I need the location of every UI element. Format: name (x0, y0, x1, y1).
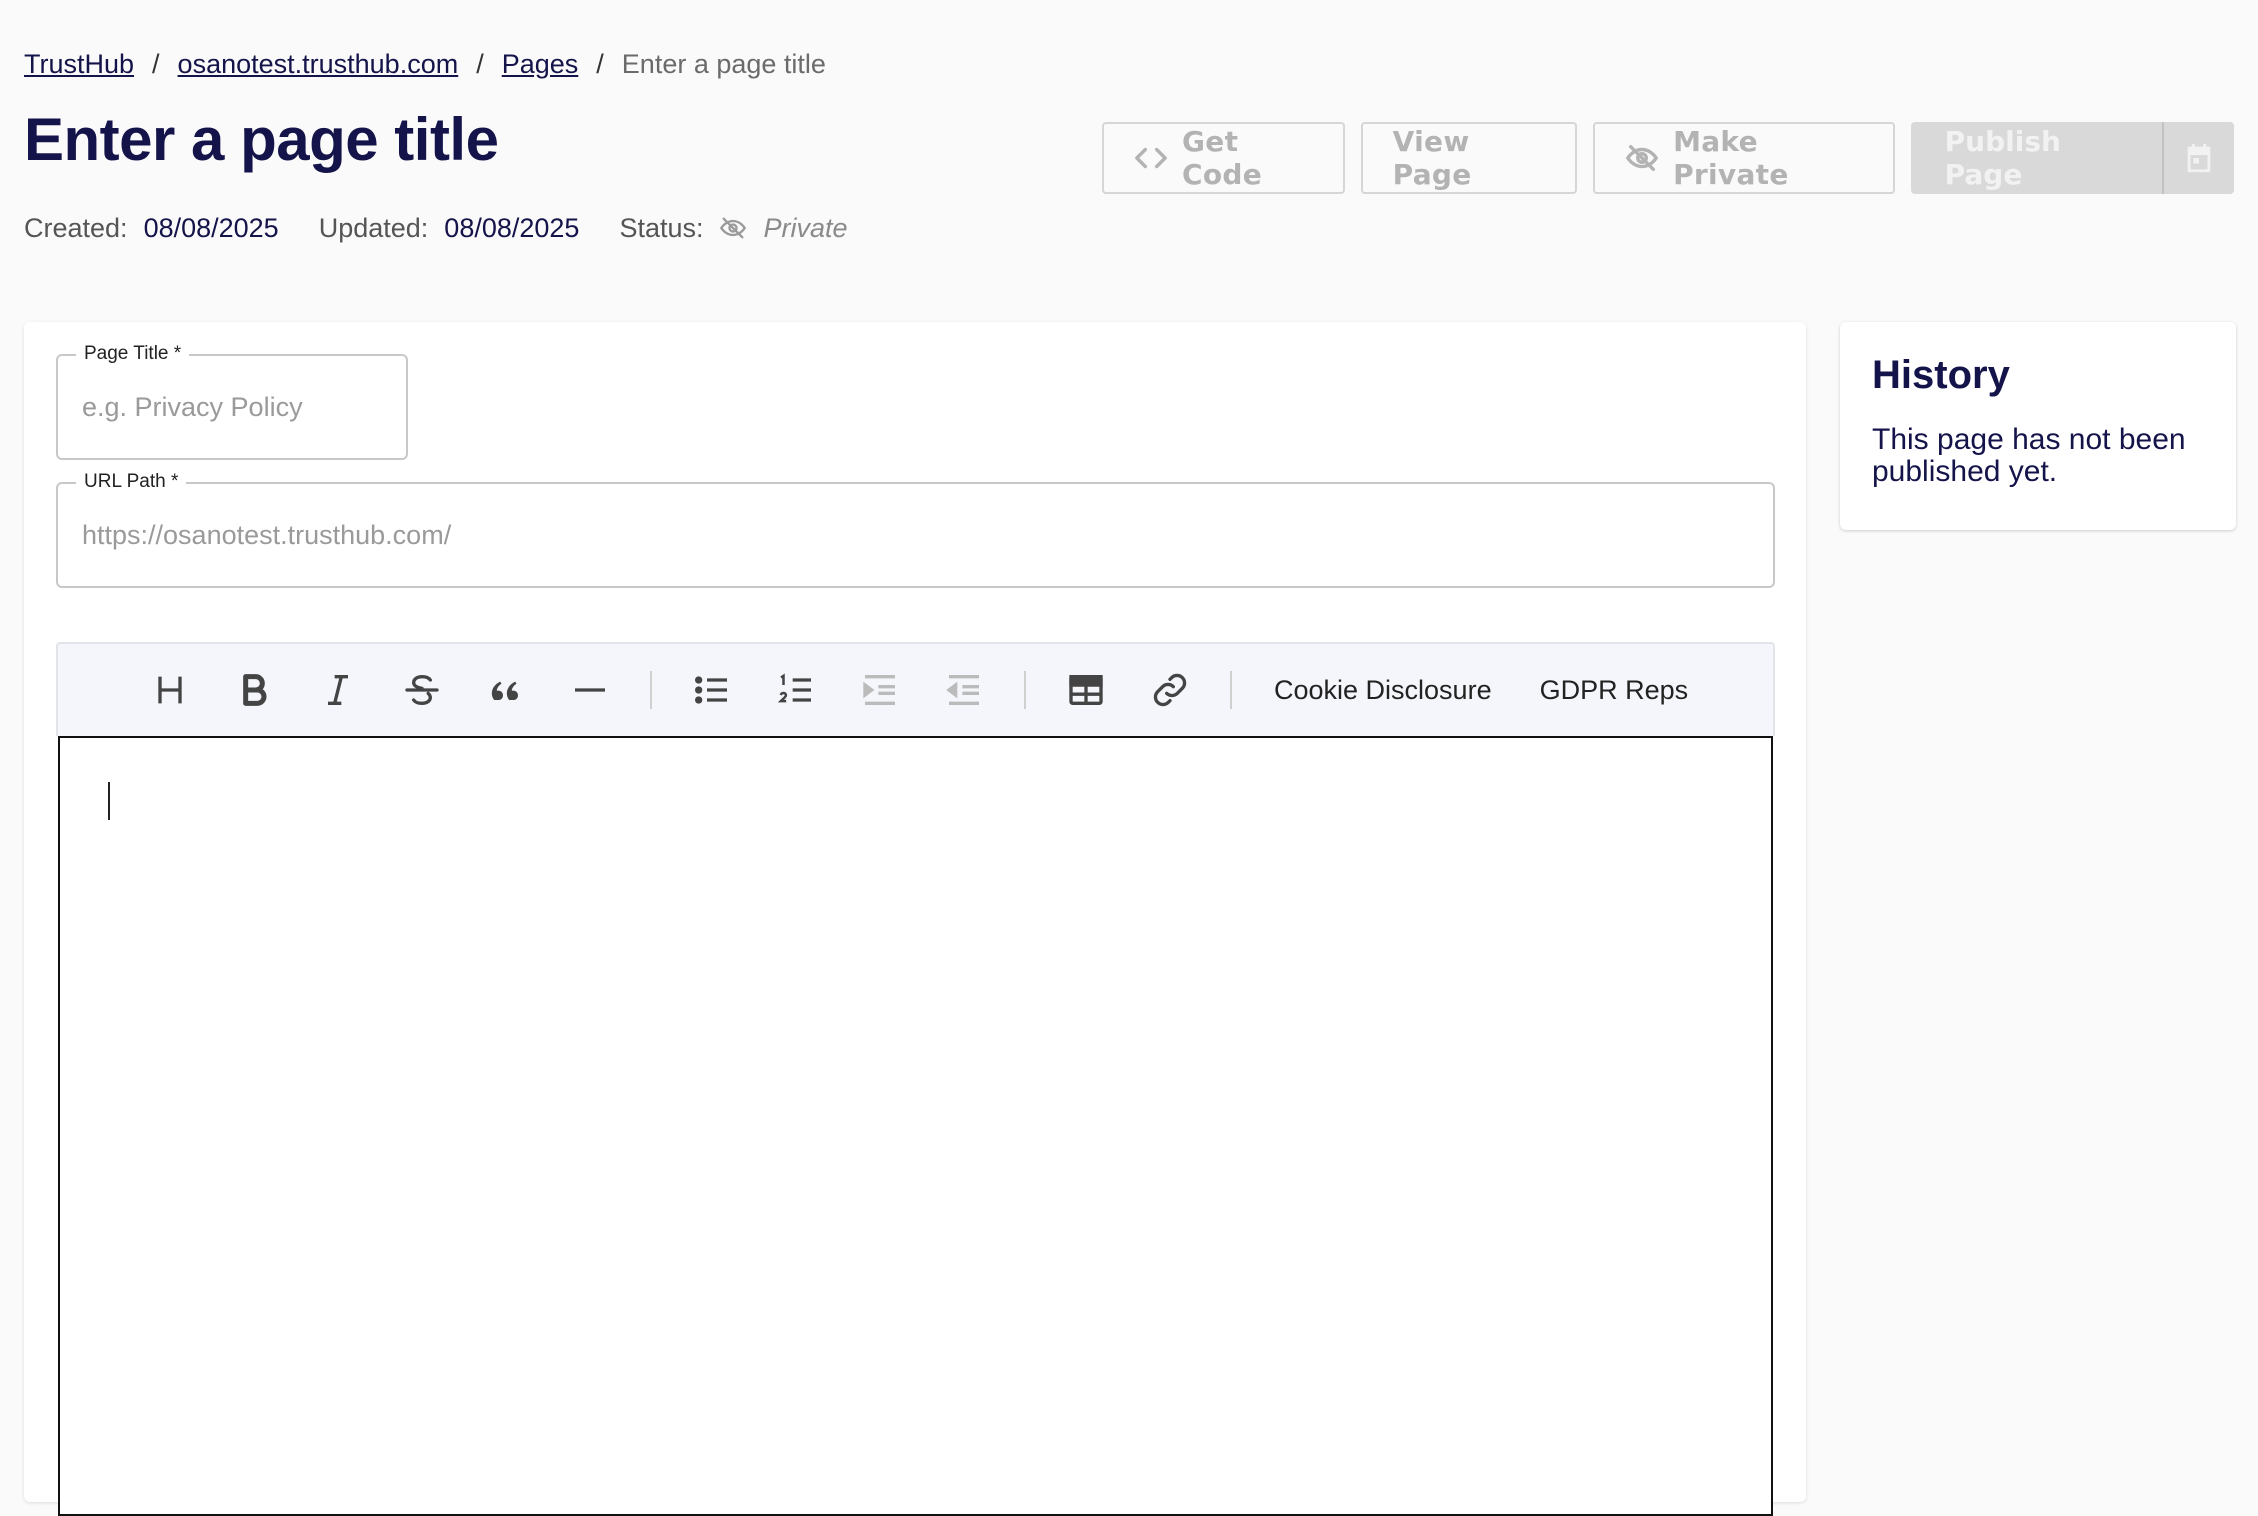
ordered-list-button[interactable] (754, 660, 838, 720)
eye-off-icon (1625, 141, 1659, 175)
url-path-input[interactable] (82, 484, 1749, 586)
make-private-label: Make Private (1673, 125, 1789, 191)
history-panel: History This page has not been published… (1840, 322, 2236, 530)
horizontal-rule-icon (575, 688, 605, 692)
created-label: Created: (24, 213, 128, 243)
page-editor-card: Page Title * URL Path * (24, 322, 1806, 1516)
history-title: History (1872, 353, 2010, 397)
breadcrumb-link-trusthub[interactable]: TrustHub (24, 46, 134, 82)
bold-icon (243, 674, 267, 706)
indent-icon (863, 675, 895, 705)
breadcrumb-link-domain[interactable]: osanotest.trusthub.com (178, 46, 459, 82)
page: TrustHub / osanotest.trusthub.com / Page… (24, 0, 2236, 1516)
status-badge: Private (763, 213, 848, 243)
updated-label: Updated: (318, 213, 429, 243)
heading-icon (158, 676, 182, 704)
view-page-label: View Page (1392, 125, 1472, 191)
link-button[interactable] (1128, 660, 1212, 720)
calendar-icon (2182, 141, 2216, 175)
eye-off-icon (719, 214, 747, 242)
page-title: Enter a page title (24, 106, 499, 173)
toolbar-divider (1230, 671, 1232, 709)
publish-page-button[interactable]: Publish Page (1910, 122, 2162, 194)
toolbar-divider (1024, 671, 1026, 709)
page-meta: Created: 08/08/2025 Updated: 08/08/2025 … (24, 210, 848, 246)
strikethrough-button[interactable] (380, 660, 464, 720)
status-label: Status: (619, 213, 704, 243)
strikethrough-icon (405, 674, 439, 706)
page-title-field: Page Title * (56, 342, 408, 460)
breadcrumb-current: Enter a page title (621, 49, 826, 79)
text-caret (108, 782, 110, 820)
make-private-button[interactable]: Make Private (1593, 122, 1895, 194)
italic-icon (328, 675, 348, 705)
table-icon (1069, 675, 1103, 705)
breadcrumb-separator: / (152, 49, 160, 79)
get-code-button[interactable]: Get Code (1102, 122, 1345, 194)
bullet-list-icon (694, 676, 727, 704)
history-message: This page has not been published yet. (1872, 423, 2186, 488)
bold-button[interactable] (212, 660, 296, 720)
gdpr-reps-button[interactable]: GDPR Reps (1516, 660, 1713, 720)
view-page-button[interactable]: View Page (1360, 122, 1578, 194)
schedule-publish-button[interactable] (2161, 122, 2235, 194)
content-editor[interactable] (58, 736, 1773, 1516)
created-value: 08/08/2025 (143, 213, 279, 243)
heading-button[interactable] (128, 660, 212, 720)
quote-button[interactable] (464, 660, 548, 720)
breadcrumb: TrustHub / osanotest.trusthub.com / Page… (24, 46, 826, 82)
breadcrumb-separator: / (596, 49, 604, 79)
breadcrumb-link-pages[interactable]: Pages (502, 46, 579, 82)
quote-icon (491, 681, 518, 700)
outdent-button[interactable] (922, 660, 1006, 720)
updated-value: 08/08/2025 (444, 213, 580, 243)
code-icon (1134, 141, 1168, 175)
toolbar-divider (650, 671, 652, 709)
page-actions: Get Code View Page Make Private Publish … (1102, 122, 2235, 194)
horizontal-rule-button[interactable] (548, 660, 632, 720)
page-title-input[interactable] (82, 356, 382, 458)
editor-toolbar: Cookie Disclosure GDPR Reps (56, 642, 1775, 736)
breadcrumb-separator: / (476, 49, 484, 79)
link-icon (1153, 673, 1187, 707)
bullet-list-button[interactable] (670, 660, 754, 720)
cookie-disclosure-button[interactable]: Cookie Disclosure (1250, 660, 1516, 720)
get-code-label: Get Code (1182, 125, 1263, 191)
indent-button[interactable] (838, 660, 922, 720)
url-path-field: URL Path * (56, 470, 1775, 588)
table-button[interactable] (1044, 660, 1128, 720)
outdent-icon (946, 675, 979, 705)
italic-button[interactable] (296, 660, 380, 720)
publish-group: Publish Page (1910, 122, 2235, 194)
ordered-list-icon (777, 673, 811, 703)
